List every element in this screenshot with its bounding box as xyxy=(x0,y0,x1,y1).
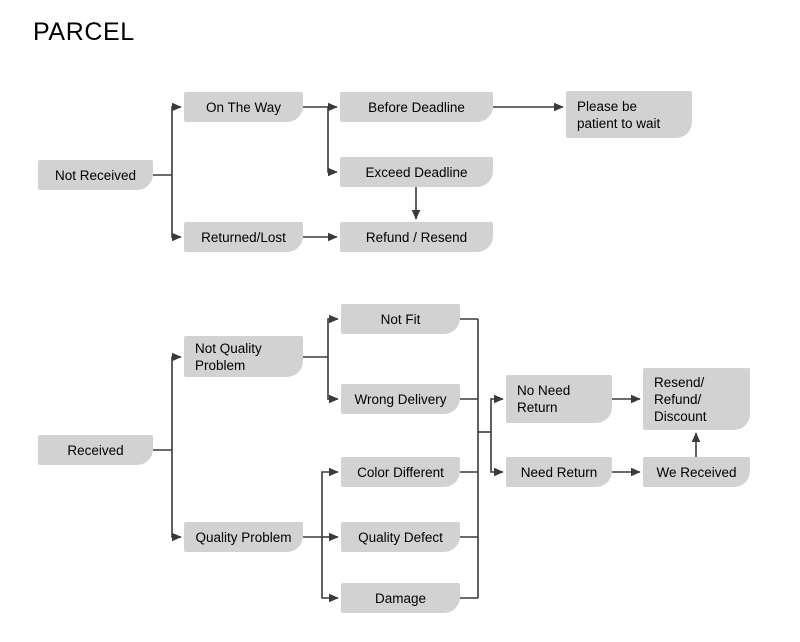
node-no-need-return[interactable]: No Need Return xyxy=(506,375,612,423)
edge-bus-to-need-return xyxy=(490,432,504,477)
node-quality-problem-label: Quality Problem xyxy=(195,529,292,545)
node-color-different-label: Color Different xyxy=(357,464,444,480)
node-before-deadline-label: Before Deadline xyxy=(368,99,465,115)
node-on-the-way-label: On The Way xyxy=(205,99,282,115)
edge-not-received-to-on-the-way xyxy=(171,102,182,175)
node-not-quality-problem[interactable]: Not Quality Problem xyxy=(184,336,303,377)
node-exceed-deadline[interactable]: Exceed Deadline xyxy=(340,157,493,187)
node-damage[interactable]: Damage xyxy=(341,583,460,613)
node-returned-lost[interactable]: Returned/Lost xyxy=(184,222,303,252)
node-not-fit-label: Not Fit xyxy=(380,311,421,327)
node-refund-resend[interactable]: Refund / Resend xyxy=(340,222,493,252)
edge-not-quality-problem-to-not-fit xyxy=(327,314,339,357)
node-not-fit[interactable]: Not Fit xyxy=(341,304,460,334)
node-resend-refund-discount-label: Resend/ Refund/ Discount xyxy=(654,374,707,424)
node-wrong-delivery-label: Wrong Delivery xyxy=(354,391,447,407)
node-wrong-delivery[interactable]: Wrong Delivery xyxy=(341,384,460,414)
node-before-deadline[interactable]: Before Deadline xyxy=(340,92,493,122)
node-quality-problem[interactable]: Quality Problem xyxy=(184,522,303,552)
node-we-received[interactable]: We Received xyxy=(643,457,750,487)
node-returned-lost-label: Returned/Lost xyxy=(201,229,286,245)
page-title: PARCEL xyxy=(33,18,135,46)
node-exceed-deadline-label: Exceed Deadline xyxy=(365,164,468,180)
edge-received-to-not-quality-problem xyxy=(171,352,182,450)
flowchart-canvas: PARCEL Not Received On The Way Returned/… xyxy=(0,0,800,642)
edge-on-the-way-to-exceed-deadline xyxy=(327,107,338,177)
node-damage-label: Damage xyxy=(374,590,427,606)
node-no-need-return-label: No Need Return xyxy=(517,383,571,415)
node-we-received-label: We Received xyxy=(656,464,737,480)
node-please-be-patient[interactable]: Please be patient to wait xyxy=(566,91,692,138)
node-not-quality-problem-label: Not Quality Problem xyxy=(195,340,262,373)
node-quality-defect[interactable]: Quality Defect xyxy=(341,522,460,552)
node-need-return[interactable]: Need Return xyxy=(506,457,612,487)
node-received[interactable]: Received xyxy=(38,435,153,465)
edge-not-quality-problem-to-wrong-delivery xyxy=(327,357,339,404)
edge-quality-problem-to-damage xyxy=(321,537,339,603)
node-received-label: Received xyxy=(67,442,124,458)
node-resend-refund-discount[interactable]: Resend/ Refund/ Discount xyxy=(643,368,750,430)
edge-quality-problem-to-color-different xyxy=(321,467,339,537)
edge-not-received-to-returned-lost xyxy=(171,175,182,242)
node-on-the-way[interactable]: On The Way xyxy=(184,92,303,122)
node-please-be-patient-label: Please be patient to wait xyxy=(577,98,661,131)
node-need-return-label: Need Return xyxy=(520,464,598,480)
edge-received-to-quality-problem xyxy=(171,450,182,542)
node-not-received-label: Not Received xyxy=(54,167,137,183)
node-quality-defect-label: Quality Defect xyxy=(358,529,443,545)
edge-bus-to-no-need-return xyxy=(490,394,504,432)
node-refund-resend-label: Refund / Resend xyxy=(365,229,468,245)
node-not-received[interactable]: Not Received xyxy=(38,160,153,190)
node-color-different[interactable]: Color Different xyxy=(341,457,460,487)
